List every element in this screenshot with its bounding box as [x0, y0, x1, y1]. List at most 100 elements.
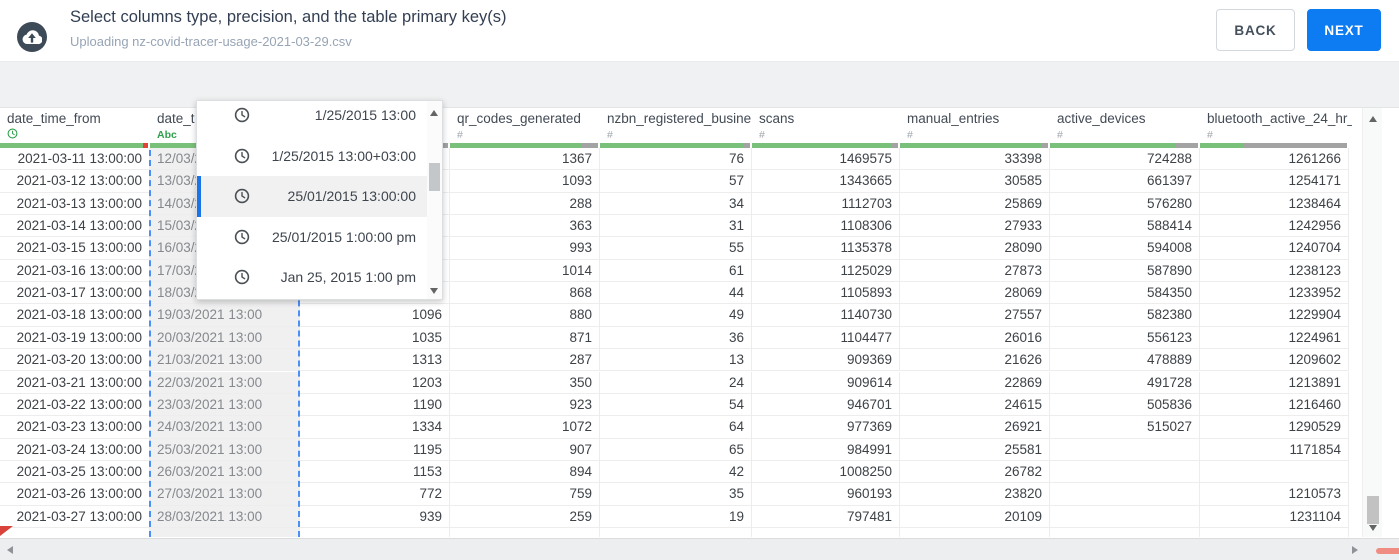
table-cell[interactable]: 505836 [1050, 393, 1200, 417]
table-cell[interactable]: 61 [600, 259, 752, 283]
table-cell[interactable]: 871 [450, 326, 600, 350]
table-cell[interactable]: 65 [600, 438, 752, 461]
column-header-manual_entries[interactable]: manual_entries # [900, 108, 1050, 148]
table-cell[interactable]: 2021-03-26 13:00:00 [0, 483, 150, 506]
scroll-down-icon[interactable] [1369, 525, 1377, 531]
table-cell[interactable]: 584350 [1050, 282, 1200, 305]
table-cell[interactable]: 1072 [450, 416, 600, 439]
table-cell[interactable]: 20109 [900, 505, 1050, 528]
table-cell[interactable]: 1313 [300, 349, 450, 372]
table-cell[interactable]: 2021-03-25 13:00:00 [0, 460, 150, 484]
table-cell[interactable]: 1112703 [752, 192, 900, 216]
table-cell[interactable]: 1035 [300, 326, 450, 350]
table-cell[interactable]: 28090 [900, 237, 1050, 260]
table-cell[interactable]: 2021-03-19 13:00:00 [0, 326, 150, 350]
table-cell[interactable]: 76 [600, 148, 752, 171]
table-cell[interactable] [1050, 438, 1200, 461]
table-horizontal-scrollbar[interactable] [0, 538, 1399, 560]
table-cell[interactable]: 21/03/2021 13:00 [150, 349, 300, 372]
table-cell[interactable]: 2021-03-13 13:00:00 [0, 192, 150, 216]
table-cell[interactable]: 2021-03-14 13:00:00 [0, 215, 150, 238]
table-cell[interactable]: 20/03/2021 13:00 [150, 326, 300, 350]
table-cell[interactable]: 26782 [900, 460, 1050, 484]
table-cell[interactable]: 25869 [900, 192, 1050, 216]
table-cell[interactable]: 55 [600, 237, 752, 260]
table-cell[interactable]: 923 [450, 393, 600, 417]
column-header-active_devices[interactable]: active_devices # [1050, 108, 1200, 148]
vertical-scrollbar-thumb[interactable] [1367, 496, 1379, 524]
column-header-qr_codes_generated[interactable]: qr_codes_generated # [450, 108, 600, 148]
table-cell[interactable] [300, 527, 450, 537]
table-cell[interactable]: 1238123 [1200, 259, 1349, 283]
table-cell[interactable]: 30585 [900, 170, 1050, 193]
table-cell[interactable]: 894 [450, 460, 600, 484]
table-cell[interactable]: 724288 [1050, 148, 1200, 171]
table-cell[interactable]: 1240704 [1200, 237, 1349, 260]
table-cell[interactable]: 880 [450, 304, 600, 327]
table-cell[interactable]: 1367 [450, 148, 600, 171]
table-cell[interactable]: 759 [450, 483, 600, 506]
table-cell[interactable]: 2021-03-20 13:00:00 [0, 349, 150, 372]
table-cell[interactable]: 21626 [900, 349, 1050, 372]
table-cell[interactable] [1050, 505, 1200, 528]
table-cell[interactable]: 42 [600, 460, 752, 484]
table-cell[interactable] [0, 527, 150, 537]
table-cell[interactable]: 1254171 [1200, 170, 1349, 193]
table-cell[interactable]: 491728 [1050, 371, 1200, 394]
table-cell[interactable]: 556123 [1050, 326, 1200, 350]
table-cell[interactable]: 1203 [300, 371, 450, 394]
table-cell[interactable]: 2021-03-22 13:00:00 [0, 393, 150, 417]
scroll-right-icon[interactable] [1352, 546, 1358, 554]
table-cell[interactable]: 1096 [300, 304, 450, 327]
table-cell[interactable]: 26/03/2021 13:00 [150, 460, 300, 484]
table-cell[interactable]: 1469575 [752, 148, 900, 171]
table-cell[interactable]: 25/03/2021 13:00 [150, 438, 300, 461]
dropdown-scrollbar-thumb[interactable] [429, 163, 440, 191]
table-cell[interactable]: 478889 [1050, 349, 1200, 372]
table-cell[interactable]: 772 [300, 483, 450, 506]
table-cell[interactable]: 1195 [300, 438, 450, 461]
dropdown-scrollbar[interactable] [427, 101, 442, 299]
table-cell[interactable]: 2021-03-12 13:00:00 [0, 170, 150, 193]
horizontal-scrollbar-thumb[interactable] [1376, 548, 1399, 554]
table-cell[interactable]: 13 [600, 349, 752, 372]
table-cell[interactable]: 44 [600, 282, 752, 305]
table-cell[interactable]: 939 [300, 505, 450, 528]
table-cell[interactable]: 26016 [900, 326, 1050, 350]
table-cell[interactable]: 1343665 [752, 170, 900, 193]
datetime-format-option[interactable]: Jan 25, 2015 1:00 pm [197, 257, 427, 298]
table-cell[interactable]: 1216460 [1200, 393, 1349, 417]
table-cell[interactable]: 22869 [900, 371, 1050, 394]
table-cell[interactable]: 1229904 [1200, 304, 1349, 327]
table-cell[interactable]: 993 [450, 237, 600, 260]
table-cell[interactable]: 259 [450, 505, 600, 528]
table-cell[interactable]: 909369 [752, 349, 900, 372]
table-cell[interactable]: 31 [600, 215, 752, 238]
column-header-date_time_from[interactable]: date_time_from [0, 108, 150, 148]
table-cell[interactable]: 1135378 [752, 237, 900, 260]
table-cell[interactable]: 661397 [1050, 170, 1200, 193]
table-cell[interactable]: 33398 [900, 148, 1050, 171]
table-cell[interactable]: 288 [450, 192, 600, 216]
table-cell[interactable]: 588414 [1050, 215, 1200, 238]
table-cell[interactable]: 2021-03-24 13:00:00 [0, 438, 150, 461]
table-cell[interactable] [752, 527, 900, 537]
table-cell[interactable]: 1238464 [1200, 192, 1349, 216]
table-cell[interactable]: 22/03/2021 13:00 [150, 371, 300, 394]
table-cell[interactable]: 1014 [450, 259, 600, 283]
table-cell[interactable]: 1008250 [752, 460, 900, 484]
table-cell[interactable]: 1093 [450, 170, 600, 193]
datetime-format-option[interactable]: 1/25/2015 13:00+03:00 [197, 136, 427, 177]
table-cell[interactable]: 363 [450, 215, 600, 238]
datetime-format-option[interactable]: 25/01/2015 1:00:00 pm [197, 217, 427, 258]
back-button[interactable]: BACK [1216, 9, 1295, 51]
table-cell[interactable]: 57 [600, 170, 752, 193]
table-cell[interactable]: 49 [600, 304, 752, 327]
table-cell[interactable] [1050, 460, 1200, 484]
table-cell[interactable]: 1105893 [752, 282, 900, 305]
column-header-bluetooth_active_24_hr_[interactable]: bluetooth_active_24_hr_ # [1200, 108, 1352, 148]
table-cell[interactable] [1050, 527, 1200, 537]
table-cell[interactable]: 907 [450, 438, 600, 461]
table-cell[interactable]: 28/03/2021 13:00 [150, 505, 300, 528]
table-cell[interactable]: 64 [600, 416, 752, 439]
